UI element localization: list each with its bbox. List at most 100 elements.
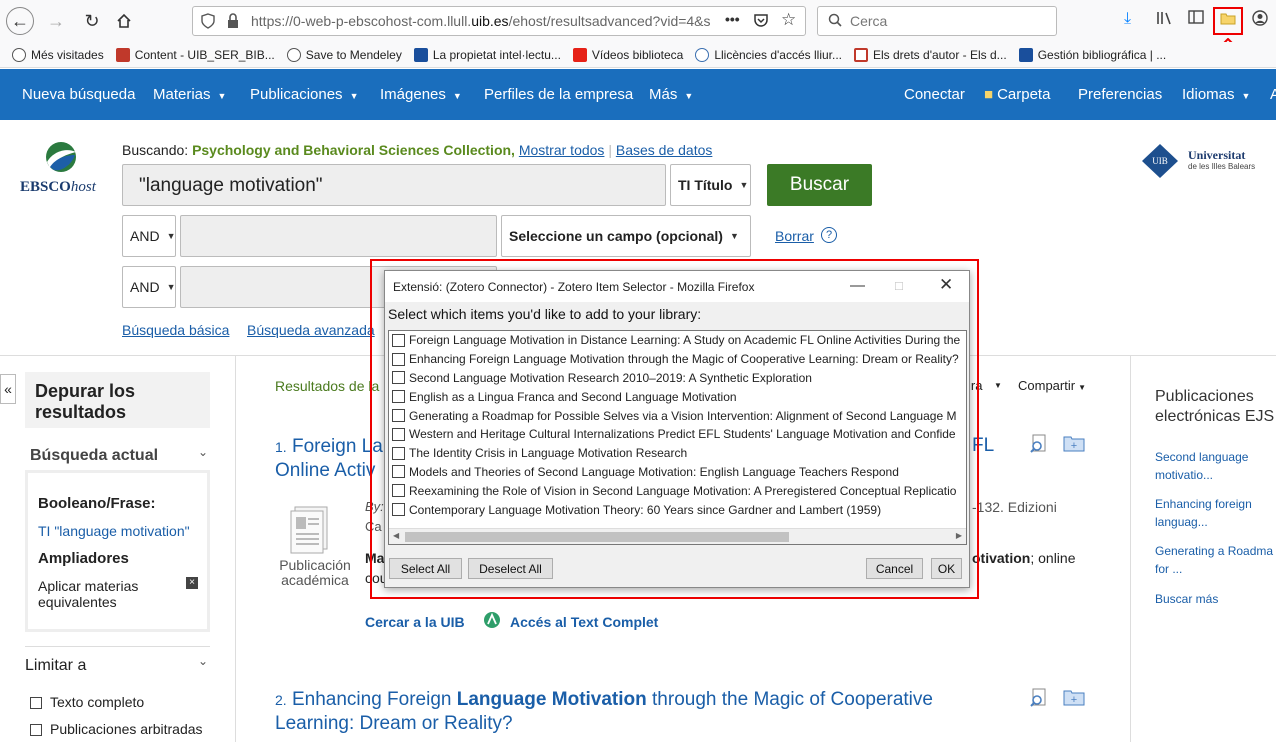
home-icon[interactable]	[110, 7, 138, 35]
back-icon[interactable]: ←	[6, 7, 34, 35]
peer-reviewed-checkbox[interactable]: Publicaciones arbitradas	[30, 721, 203, 737]
horizontal-scrollbar[interactable]: ◀ ▶	[389, 528, 966, 544]
bookmark-item[interactable]: Llicències d'accés lliur...	[695, 47, 842, 62]
maximize-icon[interactable]: □	[895, 278, 903, 293]
nav-more[interactable]: Más ▼	[649, 86, 693, 103]
advanced-search-link[interactable]: Búsqueda avanzada	[247, 322, 375, 338]
bool-select-2[interactable]: AND ▼	[122, 266, 176, 308]
add-to-folder-icon[interactable]: +	[1063, 688, 1085, 709]
list-item[interactable]: Models and Theories of Second Language M…	[389, 463, 966, 482]
full-text-checkbox[interactable]: Texto completo	[30, 694, 144, 710]
pocket-icon[interactable]	[753, 13, 769, 31]
forward-icon[interactable]: →	[42, 7, 70, 35]
clear-link[interactable]: Borrar	[775, 228, 814, 244]
nav-images[interactable]: Imágenes ▼	[380, 86, 462, 103]
search-input-2[interactable]	[180, 215, 497, 257]
nav-new-search[interactable]: Nueva búsqueda	[22, 86, 135, 103]
item-checkbox[interactable]	[392, 390, 405, 404]
result-2-title[interactable]: 2. Enhancing Foreign Language Motivation…	[275, 688, 933, 736]
download-icon[interactable]: ⤓	[1124, 10, 1131, 28]
select-all-button[interactable]: Select All	[389, 558, 462, 579]
full-text-access-link[interactable]: Accés al Text Complet	[510, 614, 658, 630]
minimize-icon[interactable]: —	[850, 277, 865, 294]
basic-search-link[interactable]: Búsqueda básica	[122, 322, 229, 338]
field-select-2[interactable]: Seleccione un campo (opcional) ▼	[501, 215, 751, 257]
help-icon[interactable]: ?	[821, 227, 837, 243]
nav-company-profiles[interactable]: Perfiles de la empresa	[484, 86, 633, 103]
more-icon[interactable]: •••	[725, 11, 740, 27]
list-item[interactable]: Foreign Language Motivation in Distance …	[389, 331, 966, 350]
collapse-sidebar-button[interactable]: «	[0, 374, 16, 404]
list-item[interactable]: Reexamining the Role of Vision in Second…	[389, 481, 966, 500]
deselect-all-button[interactable]: Deselect All	[468, 558, 553, 579]
nav-preferences[interactable]: Preferencias	[1078, 86, 1162, 103]
list-item[interactable]: English as a Lingua Franca and Second La…	[389, 387, 966, 406]
result-1-title[interactable]: 1. Foreign La Online Activ	[275, 435, 383, 483]
bookmark-item[interactable]: Més visitades	[12, 47, 104, 62]
ejs-link-3[interactable]: Generating a Roadma for ...	[1155, 542, 1276, 578]
scroll-right-icon[interactable]: ▶	[956, 531, 962, 540]
cancel-button[interactable]: Cancel	[866, 558, 923, 579]
current-search-heading[interactable]: Búsqueda actual	[30, 447, 158, 465]
find-at-uib-link[interactable]: Cercar a la UIB	[365, 614, 465, 630]
bookmark-item[interactable]: Gestión bibliográfica | ...	[1018, 47, 1166, 62]
item-checkbox[interactable]	[392, 352, 405, 366]
list-item[interactable]: Western and Heritage Cultural Internaliz…	[389, 425, 966, 444]
url-bar[interactable]: https://0-web-p-ebscohost-com.llull.uib.…	[192, 6, 806, 36]
item-checkbox[interactable]	[392, 446, 405, 460]
search-button[interactable]: Buscar	[767, 164, 872, 206]
bookmark-item[interactable]: La propietat intel·lectu...	[413, 47, 561, 62]
account-icon[interactable]	[1252, 10, 1268, 31]
nav-languages[interactable]: Idiomas ▼	[1182, 86, 1250, 103]
show-all-link[interactable]: Mostrar todos	[519, 142, 605, 158]
bookmark-item[interactable]: Save to Mendeley	[286, 47, 402, 62]
ejs-link-1[interactable]: Second language motivatio...	[1155, 448, 1255, 484]
share-menu[interactable]: Compartir ▼	[1018, 378, 1086, 393]
item-checkbox[interactable]	[392, 333, 405, 347]
item-checkbox[interactable]	[392, 503, 405, 517]
databases-link[interactable]: Bases de datos	[616, 142, 713, 158]
item-list[interactable]: Foreign Language Motivation in Distance …	[388, 330, 967, 545]
scroll-left-icon[interactable]: ◀	[393, 531, 399, 540]
nav-folder[interactable]: ■ Carpeta	[984, 86, 1050, 103]
ebsco-logo[interactable]: EBSCOhost	[20, 140, 110, 196]
ejs-link-2[interactable]: Enhancing foreign languag...	[1155, 495, 1255, 531]
field-select-1[interactable]: TI Título ▼	[670, 164, 751, 206]
preview-icon[interactable]	[1029, 434, 1049, 457]
list-item[interactable]: Generating a Roadmap for Possible Selves…	[389, 406, 966, 425]
item-checkbox[interactable]	[392, 484, 405, 498]
nav-publications[interactable]: Publicaciones ▼	[250, 86, 358, 103]
library-icon[interactable]	[1156, 10, 1172, 31]
list-item[interactable]: Contemporary Language Motivation Theory:…	[389, 500, 966, 519]
bookmark-item[interactable]: Vídeos biblioteca	[572, 47, 683, 62]
item-checkbox[interactable]	[392, 409, 405, 423]
list-item[interactable]: Enhancing Foreign Language Motivation th…	[389, 350, 966, 369]
nav-overflow[interactable]: A	[1270, 86, 1276, 103]
bookmark-item[interactable]: Content - UIB_SER_BIB...	[115, 47, 275, 62]
ejs-find-more-link[interactable]: Buscar más	[1155, 590, 1218, 608]
nav-subjects[interactable]: Materias ▼	[153, 86, 226, 103]
chevron-down-icon[interactable]: ⌄	[198, 654, 208, 668]
item-checkbox[interactable]	[392, 371, 405, 385]
list-item[interactable]: The Identity Crisis in Language Motivati…	[389, 444, 966, 463]
item-checkbox[interactable]	[392, 427, 405, 441]
close-icon[interactable]: ✕	[939, 275, 953, 295]
remove-icon[interactable]: ×	[186, 577, 198, 589]
browser-search-input[interactable]: Cerca	[817, 6, 1057, 36]
bool-select-1[interactable]: AND ▼	[122, 215, 176, 257]
search-input-1[interactable]: "language motivation"	[122, 164, 666, 206]
preview-icon[interactable]	[1029, 688, 1049, 711]
nav-sign-in[interactable]: Conectar	[904, 86, 965, 103]
current-query-link[interactable]: TI "language motivation"	[38, 523, 190, 539]
checkbox[interactable]	[30, 724, 42, 737]
bookmark-item[interactable]: Els drets d'autor - Els d...	[854, 47, 1007, 62]
zotero-folder-icon[interactable]	[1220, 12, 1236, 30]
list-item[interactable]: Second Language Motivation Research 2010…	[389, 369, 966, 388]
uib-logo[interactable]: UIB Universitat de les Illes Balears	[1140, 143, 1255, 179]
limit-heading[interactable]: Limitar a	[25, 657, 86, 675]
sidebar-toggle-icon[interactable]	[1188, 10, 1204, 29]
ok-button[interactable]: OK	[931, 558, 962, 579]
shield-icon[interactable]	[201, 13, 215, 32]
checkbox[interactable]	[30, 697, 42, 710]
chevron-down-icon[interactable]: ⌄	[198, 445, 208, 459]
